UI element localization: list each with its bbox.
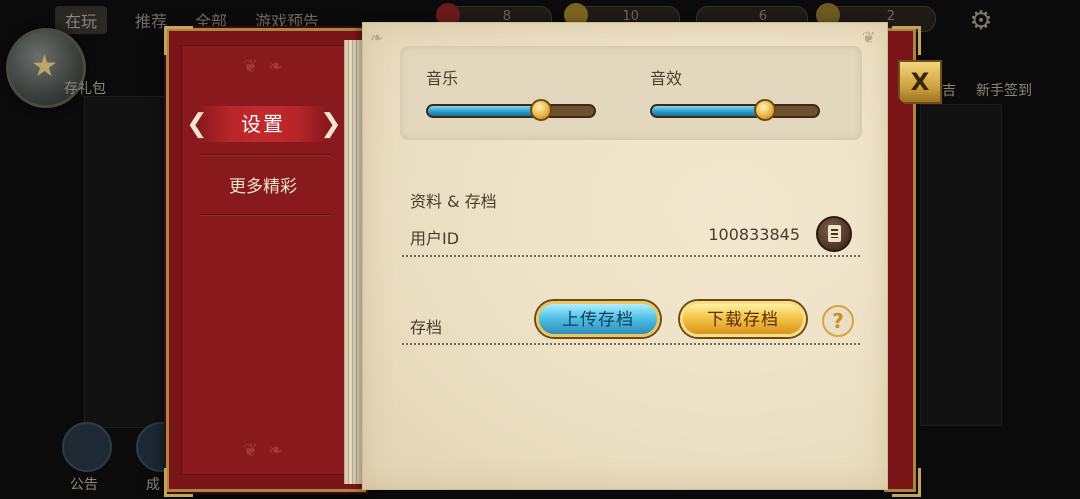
megaphone-icon[interactable] xyxy=(62,422,112,472)
left-background-panel xyxy=(84,96,166,428)
partial-right-label: 吉 xyxy=(942,83,956,99)
dotted-divider xyxy=(402,343,860,345)
save-label: 存档 xyxy=(410,318,443,337)
divider xyxy=(200,214,330,216)
user-id-label: 用户ID xyxy=(410,229,460,248)
notice-label: 公告 xyxy=(70,477,98,493)
music-slider-fill xyxy=(428,106,541,116)
copy-button[interactable] xyxy=(816,216,852,252)
divider xyxy=(200,154,330,156)
checkin-label: 新手签到 xyxy=(976,83,1032,99)
corner-ornament xyxy=(164,26,193,55)
audio-settings-panel xyxy=(400,46,862,140)
corner-ornament xyxy=(892,26,921,55)
page-corner-ornament: ❧ xyxy=(370,28,384,47)
corner-ornament xyxy=(892,468,921,497)
music-slider-thumb[interactable] xyxy=(529,99,552,121)
document-icon xyxy=(828,225,841,242)
flourish-ornament-bottom: ❦ ❧ xyxy=(243,440,285,461)
sidebar-item-more[interactable]: 更多精彩 xyxy=(198,170,328,204)
book-left-cover xyxy=(166,28,366,492)
tab-playing[interactable]: 在玩 xyxy=(55,6,108,34)
dotted-divider xyxy=(402,255,860,257)
user-id-value: 100833845 xyxy=(708,225,800,244)
sfx-slider-fill xyxy=(652,106,765,116)
sfx-label: 音效 xyxy=(650,69,683,88)
corner-ornament xyxy=(164,468,193,497)
music-slider[interactable] xyxy=(426,99,596,121)
page-corner-ornament: ❦ xyxy=(862,28,876,47)
right-background-panel xyxy=(920,104,1002,426)
sidebar-item-settings[interactable]: 设置 xyxy=(198,106,328,142)
sfx-slider-thumb[interactable] xyxy=(753,99,776,121)
gift-label: 存礼包 xyxy=(64,81,106,97)
download-save-button[interactable]: 下载存档 xyxy=(680,301,806,337)
next-arrow-icon[interactable]: ❯ xyxy=(320,108,342,140)
partial-bottom-label: 成 xyxy=(146,477,160,493)
upload-save-button[interactable]: 上传存档 xyxy=(536,301,660,337)
gear-icon[interactable]: ⚙ xyxy=(966,6,996,36)
star-icon: ★ xyxy=(31,49,58,84)
close-button[interactable]: X xyxy=(898,60,942,104)
account-section-title: 资料 & 存档 xyxy=(410,192,497,211)
help-icon[interactable]: ? xyxy=(822,305,854,337)
flourish-ornament-top: ❦ ❧ xyxy=(243,56,285,77)
music-label: 音乐 xyxy=(426,69,459,88)
tab-recommended[interactable]: 推荐 xyxy=(135,8,167,32)
sfx-slider[interactable] xyxy=(650,99,820,121)
